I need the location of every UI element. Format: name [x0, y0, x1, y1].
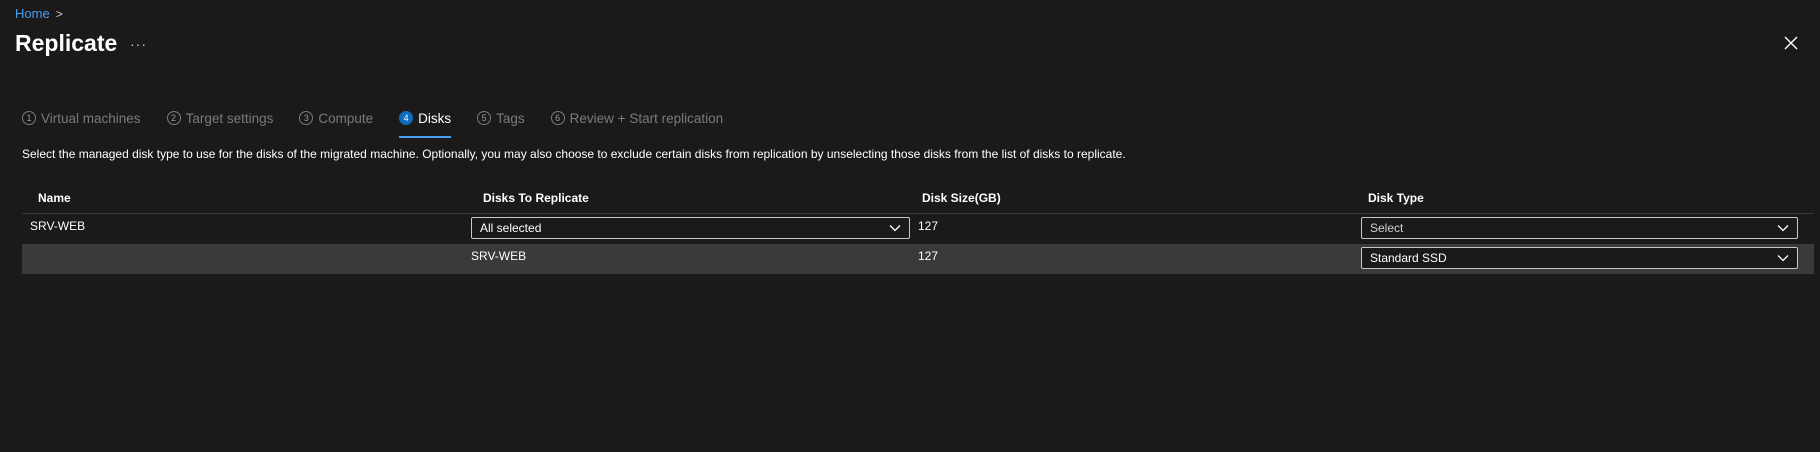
disk-size-cell: 127 — [918, 219, 939, 233]
close-icon[interactable] — [1784, 36, 1798, 50]
column-header-disk-type: Disk Type — [1368, 191, 1424, 205]
table-header: Name Disks To Replicate Disk Size(GB) Di… — [22, 183, 1814, 214]
breadcrumb-separator: > — [55, 6, 63, 21]
column-header-name: Name — [38, 191, 71, 205]
step-number-badge: 3 — [299, 111, 314, 125]
dropdown-value: Standard SSD — [1370, 251, 1447, 265]
tab-disks[interactable]: 4 Disks — [399, 108, 452, 138]
disk-size-cell: 127 — [918, 249, 939, 263]
disks-cell: All selected — [468, 217, 914, 239]
column-header-disks-to-replicate: Disks To Replicate — [483, 191, 589, 205]
tab-virtual-machines[interactable]: 1 Virtual machines — [22, 108, 141, 128]
description-text: Select the managed disk type to use for … — [22, 147, 1126, 161]
disk-type-dropdown[interactable]: Standard SSD — [1361, 247, 1798, 269]
disks-table: Name Disks To Replicate Disk Size(GB) Di… — [22, 183, 1814, 274]
tab-label: Review + Start replication — [569, 110, 724, 126]
table-row[interactable]: SRV-WEB 127 Standard SSD — [22, 244, 1814, 274]
chevron-down-icon — [1777, 225, 1789, 232]
tab-target-settings[interactable]: 2 Target settings — [166, 108, 274, 128]
table-row[interactable]: SRV-WEB All selected 127 Select — [22, 214, 1814, 244]
chevron-down-icon — [1777, 255, 1789, 262]
replicate-page: Home > Replicate ··· 1 Virtual machines … — [0, 0, 1820, 452]
step-number-badge: 4 — [399, 111, 414, 125]
tab-label: Disks — [418, 110, 452, 126]
dropdown-value: All selected — [480, 221, 542, 235]
step-number-badge: 1 — [22, 111, 36, 125]
tab-tags[interactable]: 5 Tags — [477, 108, 525, 128]
wizard-tabs: 1 Virtual machines 2 Target settings 3 C… — [22, 108, 749, 138]
dropdown-value: Select — [1370, 221, 1404, 235]
tab-label: Target settings — [185, 110, 274, 126]
vm-name-cell: SRV-WEB — [30, 219, 86, 233]
disk-type-cell: Select — [1359, 217, 1814, 239]
column-header-disk-size: Disk Size(GB) — [922, 191, 1001, 205]
disks-to-replicate-dropdown[interactable]: All selected — [471, 217, 910, 239]
step-number-badge: 5 — [477, 111, 492, 125]
disk-type-dropdown[interactable]: Select — [1361, 217, 1798, 239]
tab-label: Virtual machines — [41, 110, 141, 126]
disk-type-cell: Standard SSD — [1359, 247, 1814, 269]
more-icon[interactable]: ··· — [130, 36, 147, 52]
step-number-badge: 2 — [166, 111, 181, 125]
tab-label: Compute — [318, 110, 374, 126]
breadcrumb: Home > — [15, 6, 63, 21]
disk-name-cell: SRV-WEB — [471, 249, 527, 263]
vm-name-cell — [22, 247, 468, 249]
tab-compute[interactable]: 3 Compute — [299, 108, 373, 128]
breadcrumb-home-link[interactable]: Home — [15, 6, 50, 21]
page-title: Replicate — [15, 30, 118, 56]
tab-review-start-replication[interactable]: 6 Review + Start replication — [550, 108, 724, 128]
chevron-down-icon — [889, 225, 901, 232]
tab-label: Tags — [496, 110, 525, 126]
step-number-badge: 6 — [550, 111, 565, 125]
